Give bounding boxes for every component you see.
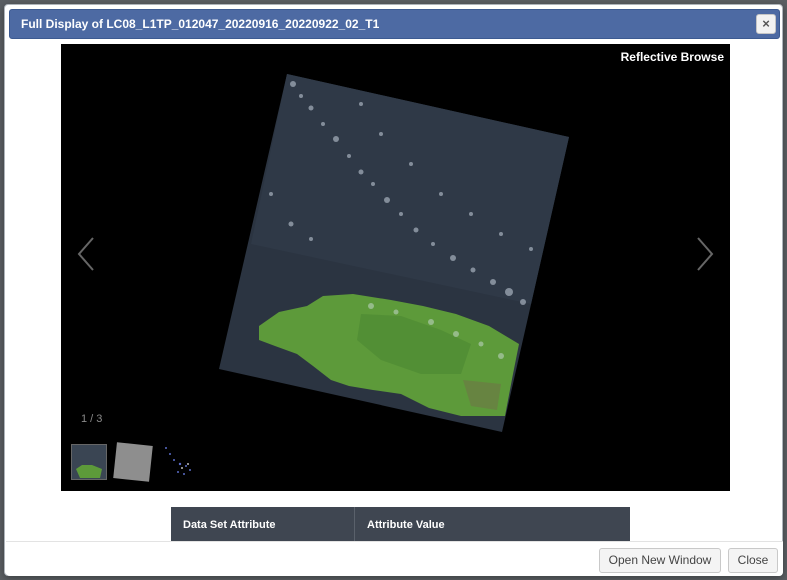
thumbnail-quality-image [160,444,196,480]
image-counter: 1 / 3 [81,413,103,425]
attributes-table-header: Data Set Attribute Attribute Value [171,507,630,541]
thumbnail-reflective-image [72,445,106,479]
open-new-window-button[interactable]: Open New Window [599,548,721,573]
thumbnail-reflective-browse[interactable] [71,444,107,480]
thumbnail-quality-browse[interactable] [160,444,196,480]
chevron-left-icon [77,237,94,271]
chevron-right-icon [697,237,714,271]
full-display-dialog: Full Display of LC08_L1TP_012047_2022091… [4,4,783,576]
dialog-footer: Open New Window Close [6,541,783,576]
dialog-content: Reflective Browse 1 / 3 Data Set Attribu… [10,41,779,541]
thumbnail-thermal-browse[interactable] [113,442,153,482]
scene-image [219,74,569,432]
next-image-button[interactable] [692,234,716,274]
previous-image-button[interactable] [75,234,99,274]
viewer-label: Reflective Browse [620,50,724,64]
column-header-attribute: Data Set Attribute [171,507,355,541]
image-viewer: Reflective Browse 1 / 3 [61,44,730,491]
column-header-value: Attribute Value [367,519,445,531]
dialog-titlebar[interactable]: Full Display of LC08_L1TP_012047_2022091… [9,9,780,39]
dialog-title: Full Display of LC08_L1TP_012047_2022091… [21,17,380,31]
close-button[interactable]: Close [728,548,778,573]
close-icon[interactable]: × [756,14,776,34]
